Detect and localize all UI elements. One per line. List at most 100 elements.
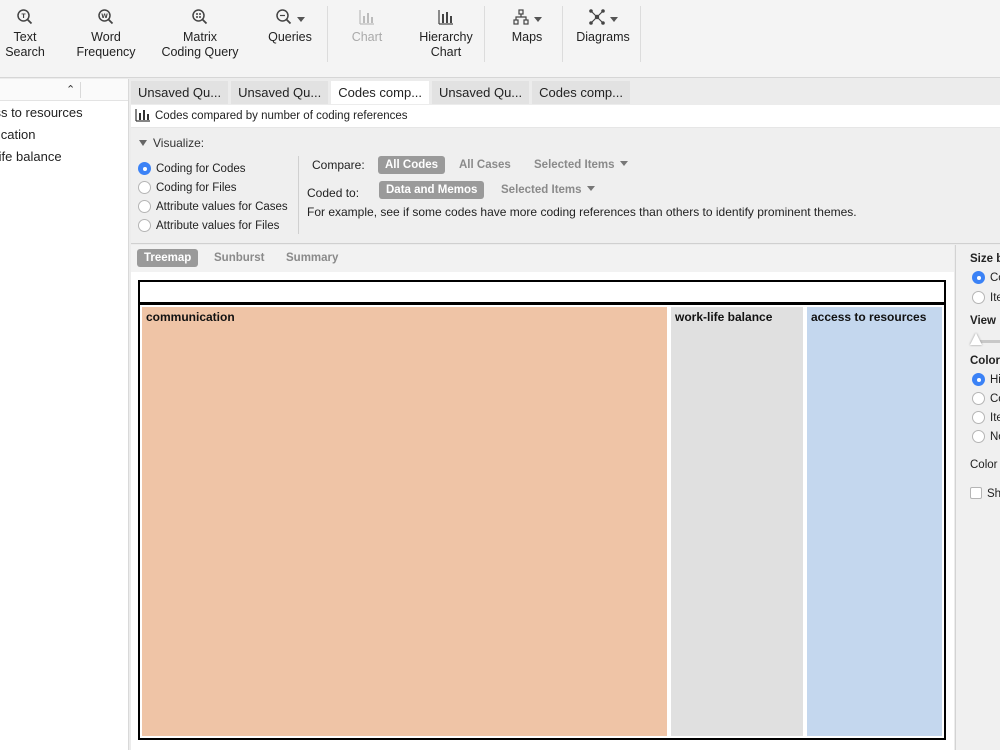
chevron-up-icon[interactable]: ⌃ [66, 83, 75, 96]
radio-attribute-values-cases[interactable]: Attribute values for Cases [138, 200, 288, 213]
radio-icon [138, 181, 151, 194]
show-checkbox[interactable]: Show [970, 487, 1000, 500]
color-by-heading: Color [970, 355, 1000, 367]
radio-label: Hierarchy [990, 374, 1000, 386]
dropdown-label: Selected Items [501, 184, 582, 196]
word-frequency-label: Word Frequency [76, 30, 136, 59]
treemap-cell-work-life-balance[interactable]: work-life balance [671, 307, 803, 736]
matrix-coding-query-button[interactable]: Matrix Coding Query [158, 8, 242, 60]
diagrams-icon [589, 9, 605, 25]
maps-icon [513, 9, 529, 25]
toolbar-separator [484, 6, 485, 62]
visualize-toggle[interactable]: Visualize: [139, 136, 204, 150]
color-label: Color [970, 459, 998, 471]
text-search-icon: T [17, 9, 33, 25]
toolbar-separator [327, 6, 328, 62]
checkbox-icon [970, 487, 982, 499]
radio-coding-for-codes[interactable]: Coding for Codes [138, 162, 246, 175]
coded-to-selected-items-dropdown[interactable]: Selected Items [501, 181, 595, 199]
matrix-coding-icon [192, 9, 208, 25]
chevron-down-icon [610, 17, 618, 22]
word-frequency-button[interactable]: W Word Frequency [74, 8, 138, 60]
radio-color-hierarchy[interactable]: Hierarchy [972, 373, 1000, 386]
query-tabs: Unsaved Qu... Unsaved Qu... Codes comp..… [131, 81, 630, 105]
list-item[interactable]: access to resources [0, 102, 128, 124]
hierarchy-chart-icon [438, 10, 453, 25]
text-search-label: Text Search [5, 30, 45, 59]
options-panel: Size by Coding references Items coded Vi… [955, 245, 1000, 750]
maps-label: Maps [511, 30, 543, 44]
queries-button[interactable]: Queries [264, 8, 316, 45]
radio-label: None [990, 431, 1000, 443]
example-description: For example, see if some codes have more… [307, 205, 857, 219]
radio-size-coding-references[interactable]: Coding references [972, 271, 1000, 284]
radio-color-items[interactable]: Items [972, 411, 1000, 424]
word-frequency-icon: W [98, 9, 114, 25]
view-slider-handle[interactable] [970, 333, 982, 345]
chart-label: Chart [351, 30, 383, 44]
radio-color-none[interactable]: None [972, 430, 1000, 443]
tab-unsaved-query-2[interactable]: Unsaved Qu... [231, 81, 329, 104]
radio-label: Coding references [990, 272, 1000, 284]
compare-selected-items-dropdown[interactable]: Selected Items [534, 156, 628, 174]
list-header: ⌃ [0, 79, 128, 101]
radio-selected-icon [972, 373, 985, 386]
radio-icon [972, 291, 985, 304]
diagrams-button[interactable]: Diagrams [572, 8, 634, 45]
svg-text:T: T [21, 13, 26, 20]
treemap-cell-label: work-life balance [675, 310, 773, 324]
radio-attribute-values-files[interactable]: Attribute values for Files [138, 219, 279, 232]
radio-size-items-coded[interactable]: Items coded [972, 291, 1000, 304]
tab-summary[interactable]: Summary [279, 249, 345, 267]
chevron-down-icon [586, 186, 595, 191]
radio-coding-for-files[interactable]: Coding for Files [138, 181, 237, 194]
tab-sunburst[interactable]: Sunburst [207, 249, 271, 267]
disclosure-triangle-icon [139, 140, 147, 146]
radio-icon [138, 200, 151, 213]
hierarchy-chart-label: Hierarchy Chart [419, 30, 473, 59]
radio-icon [972, 411, 985, 424]
treemap-cell-label: communication [146, 310, 235, 324]
tab-unsaved-query-3[interactable]: Unsaved Qu... [432, 81, 530, 104]
dropdown-label: Selected Items [534, 159, 615, 171]
radio-label: Items coded [990, 292, 1000, 304]
radio-icon [138, 219, 151, 232]
list-item[interactable]: work-life balance [0, 146, 128, 168]
radio-label: Coding for Files [156, 182, 237, 194]
coded-to-data-and-memos-button[interactable]: Data and Memos [379, 181, 485, 199]
tab-codes-compared-1[interactable]: Codes comp... [331, 81, 430, 104]
query-title: Codes compared by number of coding refer… [155, 110, 408, 122]
list-item-label: work-life balance [0, 149, 62, 164]
compare-all-cases-button[interactable]: All Cases [459, 156, 511, 174]
column-divider[interactable] [80, 82, 81, 98]
tab-codes-compared-2[interactable]: Codes comp... [532, 81, 630, 104]
visualize-panel: Visualize: Coding for Codes Coding for F… [131, 128, 1000, 244]
list-item[interactable]: communication [0, 124, 128, 146]
compare-all-codes-button[interactable]: All Codes [378, 156, 446, 174]
chevron-down-icon [619, 161, 628, 166]
maps-button[interactable]: Maps [502, 8, 552, 45]
chart-button[interactable]: Chart [346, 8, 388, 45]
chart-icon [359, 10, 374, 25]
queries-icon [276, 9, 292, 25]
tab-treemap[interactable]: Treemap [137, 249, 199, 267]
codes-list-panel: ⌃ access to resources communication work… [0, 79, 129, 750]
text-search-button[interactable]: T Text Search [4, 8, 46, 60]
radio-selected-icon [138, 162, 151, 175]
radio-label: Attribute values for Files [156, 220, 280, 232]
hierarchy-chart-button[interactable]: Hierarchy Chart [412, 8, 480, 60]
radio-label: Items [990, 412, 1000, 424]
list-item-label: communication [0, 127, 36, 142]
visualize-separator [298, 156, 299, 234]
treemap-cell-communication[interactable]: communication [142, 307, 667, 736]
treemap-cell-access-to-resources[interactable]: access to resources [807, 307, 942, 736]
radio-color-coding[interactable]: Coding [972, 392, 1000, 405]
view-heading: View [970, 315, 996, 327]
matrix-coding-query-label: Matrix Coding Query [161, 30, 239, 59]
tab-unsaved-query-1[interactable]: Unsaved Qu... [131, 81, 229, 104]
size-by-heading: Size by [970, 253, 1000, 265]
treemap-root-header[interactable] [138, 280, 946, 304]
toolbar: T Text Search W Word Frequency Matrix Co… [0, 0, 1000, 78]
radio-icon [972, 430, 985, 443]
bar-chart-icon [135, 109, 150, 122]
